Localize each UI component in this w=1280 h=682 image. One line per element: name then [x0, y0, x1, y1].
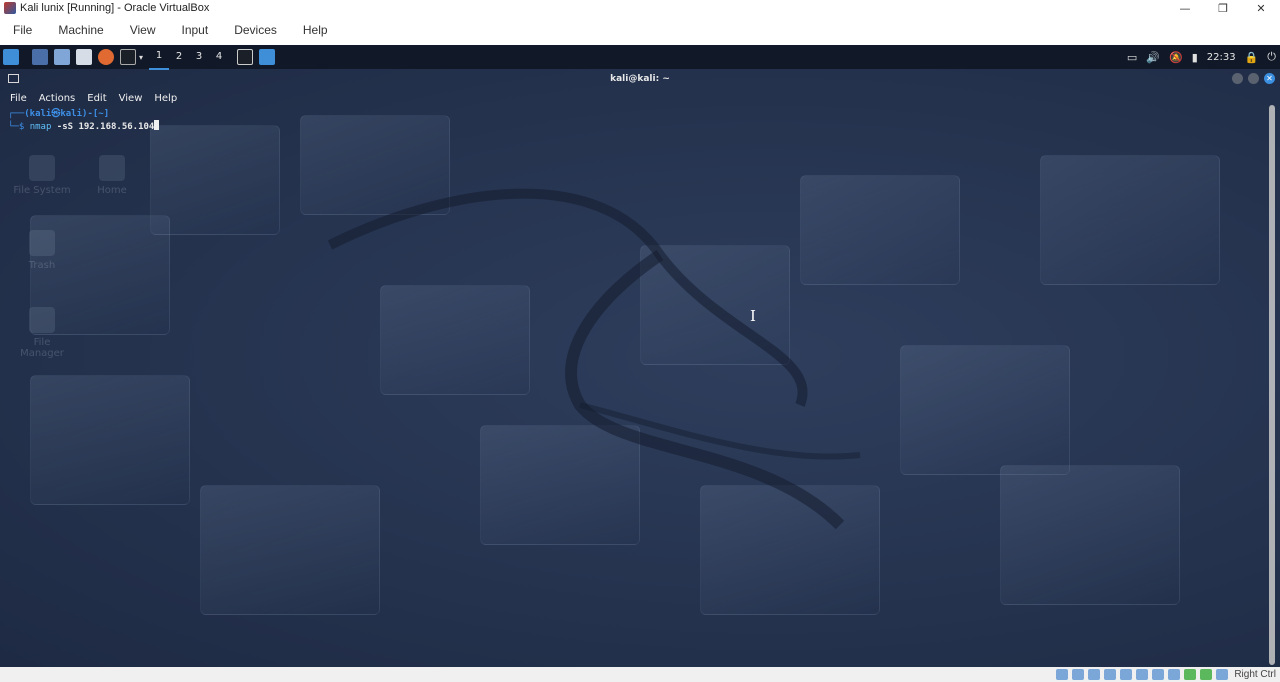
recording-icon[interactable]: [1168, 669, 1181, 680]
guest-screen[interactable]: ▾ 1 2 3 4 ▭ 🔊 🔕 ▮ 22:33 🔒 ⏻ File System …: [0, 45, 1280, 667]
desktop-icon-label: File System: [13, 185, 71, 196]
desktop-icon-trash[interactable]: Trash: [12, 230, 72, 271]
terminal-launcher-icon[interactable]: [120, 49, 136, 65]
desktop-icon-filemanager[interactable]: File Manager: [12, 307, 72, 359]
workspace-1[interactable]: 1: [149, 45, 170, 70]
kali-menu-icon[interactable]: [3, 49, 19, 65]
chevron-down-icon[interactable]: ▾: [139, 53, 143, 62]
terminal-window-buttons: ✕: [1232, 73, 1275, 84]
firefox-icon[interactable]: [98, 49, 114, 65]
host-menubar: File Machine View Input Devices Help: [0, 16, 1280, 45]
menu-view[interactable]: View: [117, 16, 169, 45]
drive-icon: [29, 155, 55, 181]
wallpaper-keyboard: [0, 45, 1280, 667]
host-statusbar: Right Ctrl: [0, 667, 1280, 682]
desktop-icon-label: Home: [97, 185, 127, 196]
shared-folder-icon[interactable]: [1136, 669, 1149, 680]
desktop-icon-home[interactable]: Home: [82, 155, 142, 196]
terminal-menu-actions[interactable]: Actions: [33, 93, 82, 104]
home-folder-icon: [99, 155, 125, 181]
virtualbox-app-icon: [4, 2, 16, 14]
terminal-close-button[interactable]: ✕: [1264, 73, 1275, 84]
command-args: -sS 192.168.56.104: [56, 122, 155, 132]
text-editor-icon[interactable]: [76, 49, 92, 65]
display-icon[interactable]: [1152, 669, 1165, 680]
network-icon[interactable]: [1104, 669, 1117, 680]
host-key-label: Right Ctrl: [1234, 669, 1276, 680]
top-panel: ▾ 1 2 3 4 ▭ 🔊 🔕 ▮ 22:33 🔒 ⏻: [0, 45, 1280, 70]
terminal-menubar: File Actions Edit View Help: [4, 89, 183, 107]
prompt-line: ┌──(kali㉿kali)-[~]: [8, 109, 110, 119]
power-icon[interactable]: ⏻: [1267, 50, 1276, 64]
trash-icon: [29, 230, 55, 256]
panel-clock[interactable]: 22:33: [1207, 52, 1236, 63]
menu-input[interactable]: Input: [169, 16, 222, 45]
terminal-menu-view[interactable]: View: [113, 93, 149, 104]
command-line[interactable]: └─$ nmap -sS 192.168.56.104: [8, 120, 160, 133]
mouse-integration-icon[interactable]: [1200, 669, 1213, 680]
hdd-icon[interactable]: [1056, 669, 1069, 680]
restore-button[interactable]: ❐: [1204, 0, 1242, 16]
command-name: nmap: [29, 122, 52, 132]
audio-icon[interactable]: [1088, 669, 1101, 680]
show-desktop-icon[interactable]: [32, 49, 48, 65]
menu-devices[interactable]: Devices: [221, 16, 290, 45]
terminal-titlebar[interactable]: kali@kali: ~ ✕: [0, 69, 1280, 89]
optical-drive-icon[interactable]: [1072, 669, 1085, 680]
text-cursor: [154, 120, 160, 130]
prompt-prefix: └─$: [8, 122, 30, 132]
window-controls: — ❐ ✕: [1166, 0, 1280, 16]
terminal-minimize-button[interactable]: [1232, 73, 1243, 84]
notifications-icon[interactable]: 🔕: [1169, 51, 1183, 64]
taskbar-terminal-icon[interactable]: [237, 49, 254, 65]
workspace-2[interactable]: 2: [169, 45, 189, 69]
screen-icon[interactable]: ▭: [1127, 51, 1137, 64]
kali-dragon-logo: [327, 188, 861, 530]
virtualization-icon[interactable]: [1184, 669, 1197, 680]
volume-icon[interactable]: 🔊: [1146, 51, 1160, 64]
workspace-3[interactable]: 3: [189, 45, 209, 69]
close-button[interactable]: ✕: [1242, 0, 1280, 16]
keyboard-icon[interactable]: [1216, 669, 1229, 680]
system-tray: ▭ 🔊 🔕 ▮ 22:33 🔒 ⏻: [1127, 45, 1276, 69]
terminal-menu-edit[interactable]: Edit: [81, 93, 112, 104]
ibeam-cursor-icon: I: [750, 307, 756, 325]
terminal-title: kali@kali: ~: [610, 74, 670, 84]
desktop-icon-filesystem[interactable]: File System: [12, 155, 72, 196]
terminal-scrollbar[interactable]: [1269, 105, 1275, 665]
taskbar-folder-icon[interactable]: [259, 49, 276, 65]
menu-help[interactable]: Help: [290, 16, 341, 45]
menu-machine[interactable]: Machine: [45, 16, 116, 45]
terminal-maximize-button[interactable]: [1248, 73, 1259, 84]
battery-icon[interactable]: ▮: [1192, 51, 1198, 64]
file-manager-icon[interactable]: [54, 49, 70, 65]
minimize-button[interactable]: —: [1166, 0, 1204, 16]
host-titlebar: Kali lunix [Running] - Oracle VirtualBox…: [0, 0, 1280, 16]
usb-icon[interactable]: [1120, 669, 1133, 680]
workspace-4[interactable]: 4: [209, 45, 229, 69]
lock-icon[interactable]: 🔒: [1245, 51, 1259, 64]
terminal-menu-file[interactable]: File: [4, 93, 33, 104]
desktop-icon-label: Trash: [28, 260, 56, 271]
terminal-menu-help[interactable]: Help: [148, 93, 183, 104]
host-window-title: Kali lunix [Running] - Oracle VirtualBox: [20, 2, 210, 14]
terminal-output[interactable]: ┌──(kali㉿kali)-[~] └─$ nmap -sS 192.168.…: [8, 109, 160, 133]
desktop-icon-label: File Manager: [20, 337, 64, 359]
folder-icon: [29, 307, 55, 333]
menu-file[interactable]: File: [0, 16, 45, 45]
window-menu-icon[interactable]: [8, 74, 19, 83]
